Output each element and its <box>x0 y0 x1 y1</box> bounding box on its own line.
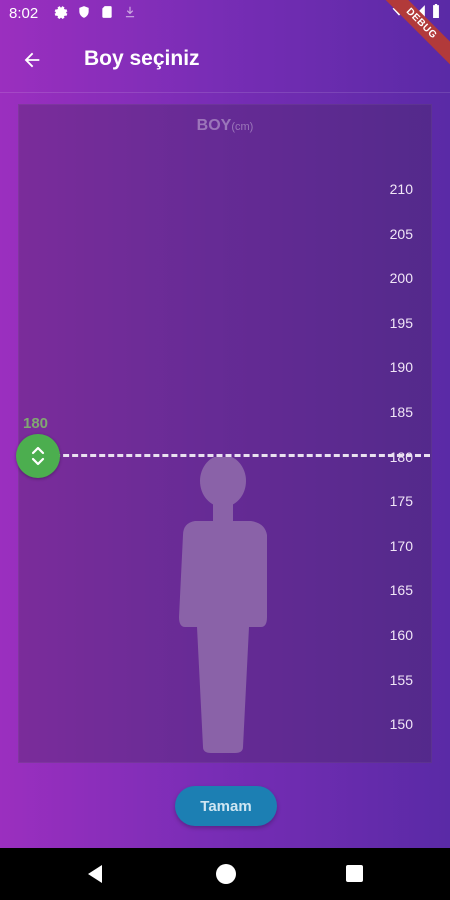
height-picker-panel: BOY(cm) 210 205 200 195 190 185 180 175 170 165 16… <box>18 104 432 763</box>
height-title-label: BOY <box>196 117 232 134</box>
height-tick-label: 200 <box>389 270 413 287</box>
nav-back-icon[interactable] <box>86 864 104 884</box>
nav-home-icon[interactable] <box>216 864 236 884</box>
selected-height-value: 180 <box>23 415 49 432</box>
battery-icon <box>433 4 439 18</box>
status-bar: 8:02 <box>0 0 450 26</box>
height-tick-label: 175 <box>389 493 413 510</box>
height-tick-label: 155 <box>389 671 413 688</box>
status-icons-left <box>54 5 137 19</box>
height-tick-label: 160 <box>389 627 413 643</box>
person-silhouette-icon <box>179 457 267 753</box>
sd-card-icon <box>102 6 112 18</box>
height-indicator-line <box>18 454 430 457</box>
height-tick-label: 190 <box>389 359 413 376</box>
page-title: Boy seçiniz <box>84 47 200 70</box>
height-unit-label: (cm) <box>231 121 254 133</box>
back-button[interactable] <box>14 42 50 78</box>
height-tick-label: 205 <box>389 225 413 242</box>
height-tick-label: 185 <box>389 404 413 420</box>
status-time: 8:02 <box>9 5 39 22</box>
height-tick-label: 170 <box>389 537 413 554</box>
app-bar-divider <box>0 92 450 93</box>
app-bar: Boy seçiniz <box>0 26 450 92</box>
shield-icon <box>79 6 89 18</box>
system-nav-bar <box>0 848 450 900</box>
height-tick-label: 195 <box>389 314 413 331</box>
height-picker-title: BOY(cm) <box>19 117 431 135</box>
height-drag-handle[interactable] <box>16 434 60 478</box>
gear-icon <box>54 6 68 19</box>
height-tick-label: 150 <box>389 716 413 733</box>
height-tick-label: 165 <box>389 582 413 599</box>
unfold-icon <box>31 446 45 466</box>
done-button[interactable]: Tamam <box>175 786 277 826</box>
screen: 8:02 DEBUG Boy seçiniz BOY(cm) 210 205 200… <box>0 0 450 848</box>
download-icon <box>125 6 135 18</box>
nav-recents-icon[interactable] <box>346 865 363 882</box>
height-tick-label: 210 <box>389 181 413 197</box>
arrow-left-icon <box>24 52 40 68</box>
